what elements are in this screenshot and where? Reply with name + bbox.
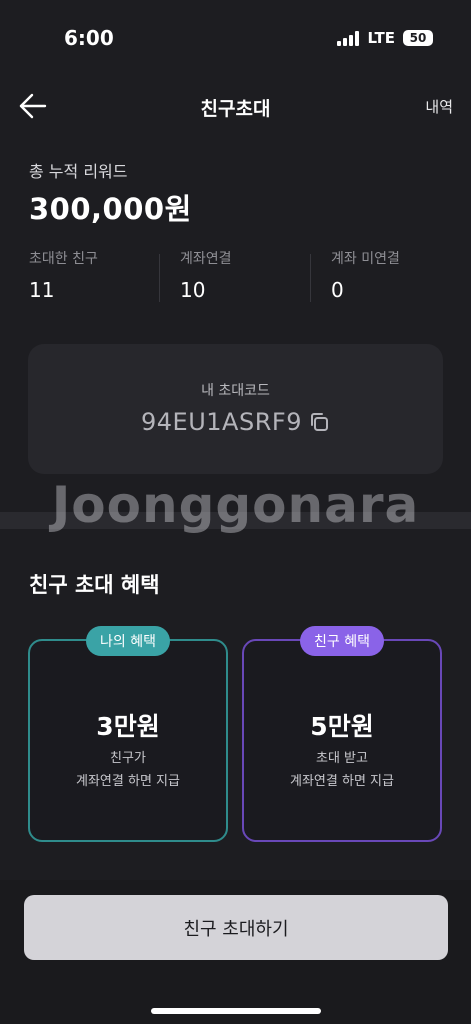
stat-divider (310, 254, 311, 302)
battery-icon: 50 (403, 30, 433, 46)
benefits-title: 친구 초대 혜택 (29, 573, 160, 597)
home-indicator (151, 1008, 321, 1014)
total-reward-amount: 300,000원 (29, 192, 192, 226)
friend-benefit-card: 친구 혜택 5만원 초대 받고 계좌연결 하면 지급 (242, 626, 442, 842)
invite-code-label: 내 초대코드 (201, 383, 270, 399)
network-type: LTE (367, 29, 395, 47)
friend-benefit-badge: 친구 혜택 (300, 626, 384, 656)
stat-divider (159, 254, 160, 302)
stat-account-linked: 계좌연결 10 (180, 248, 320, 302)
nav-header: 친구초대 내역 (0, 82, 471, 130)
benefit-desc-line: 친구가 (110, 751, 146, 766)
benefit-desc-line: 초대 받고 (316, 751, 368, 766)
stat-label: 초대한 친구 (29, 251, 98, 267)
status-bar: 6:00 LTE 50 (0, 0, 471, 70)
status-time: 6:00 (64, 26, 114, 50)
stat-label: 계좌연결 (180, 251, 232, 267)
benefit-desc-line: 계좌연결 하면 지급 (290, 774, 394, 789)
my-benefit-card: 나의 혜택 3만원 친구가 계좌연결 하면 지급 (28, 626, 228, 842)
stat-value: 10 (180, 278, 206, 302)
my-benefit-amount: 3만원 (96, 712, 160, 741)
stat-value: 0 (331, 278, 344, 302)
my-benefit-description: 친구가 계좌연결 하면 지급 (30, 747, 226, 793)
stat-invited-friends: 초대한 친구 11 (29, 248, 169, 302)
friend-benefit-description: 초대 받고 계좌연결 하면 지급 (244, 747, 440, 793)
stat-value: 11 (29, 278, 55, 302)
my-benefit-badge: 나의 혜택 (86, 626, 170, 656)
invite-code-card: 내 초대코드 94EU1ASRF9 (28, 344, 443, 474)
history-link[interactable]: 내역 (425, 96, 453, 117)
signal-icon (337, 30, 360, 46)
copy-icon[interactable] (308, 411, 330, 433)
stat-account-unlinked: 계좌 미연결 0 (331, 248, 471, 302)
stat-label: 계좌 미연결 (331, 251, 400, 267)
status-indicators: LTE 50 (337, 29, 433, 47)
watermark: Joonggonara (51, 476, 420, 534)
invite-code-row[interactable]: 94EU1ASRF9 (28, 408, 443, 436)
benefit-desc-line: 계좌연결 하면 지급 (76, 774, 180, 789)
invite-friends-button[interactable]: 친구 초대하기 (24, 895, 448, 960)
friend-benefit-amount: 5만원 (310, 712, 374, 741)
battery-level: 50 (409, 31, 427, 45)
page-title: 친구초대 (200, 98, 271, 120)
invite-code-value: 94EU1ASRF9 (141, 408, 302, 436)
total-reward-label: 총 누적 리워드 (29, 162, 128, 181)
invite-stats: 초대한 친구 11 계좌연결 10 계좌 미연결 0 (0, 248, 471, 306)
